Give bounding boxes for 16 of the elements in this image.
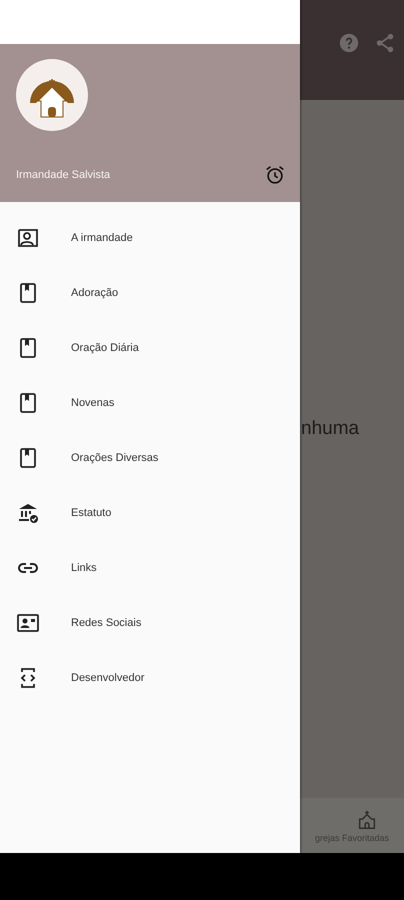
menu-item[interactable]: Desenvolvedor [0,650,300,705]
share-icon[interactable] [374,32,396,54]
menu-item[interactable]: Adoração [0,265,300,320]
church-icon [356,808,378,830]
menu-item[interactable]: Orações Diversas [0,430,300,485]
menu-item[interactable]: Links [0,540,300,595]
menu-item[interactable]: Redes Sociais [0,595,300,650]
help-icon[interactable] [338,32,360,54]
menu-item[interactable]: Novenas [0,375,300,430]
menu-item[interactable]: Oração Diária [0,320,300,375]
brotherhood-name: Irmandade Salvista [16,169,110,181]
church-logo [16,59,88,131]
empty-message: nhuma [301,418,360,440]
menu-item[interactable]: Estatuto [0,485,300,540]
menu-item[interactable]: A irmandade [0,210,300,265]
alarm-clock-icon[interactable] [264,164,286,186]
